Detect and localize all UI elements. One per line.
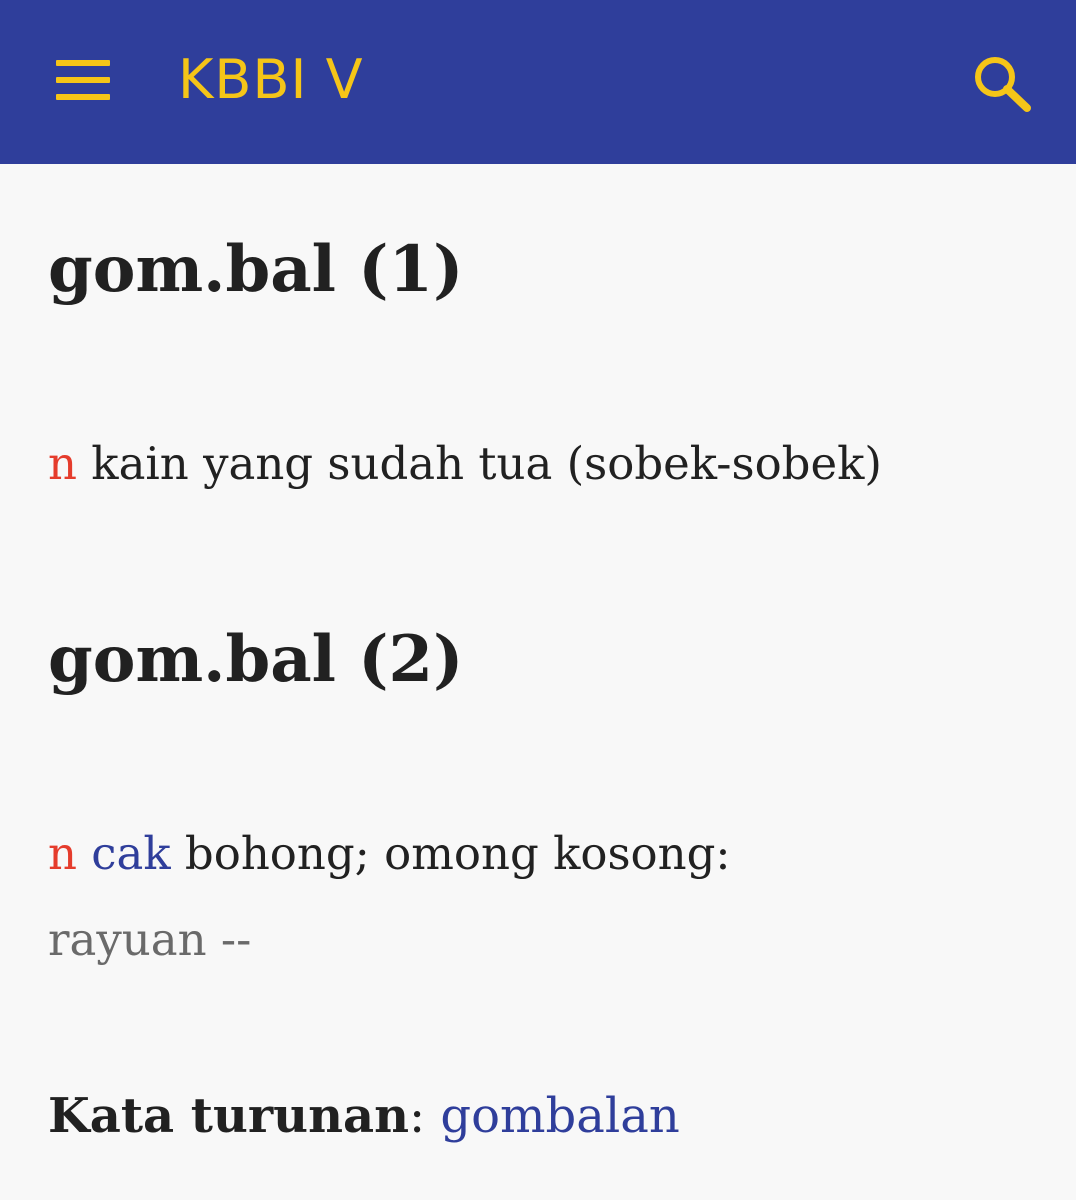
derived-word-link[interactable]: gombalan — [440, 1088, 679, 1144]
app-bar: KBBI V — [0, 0, 1076, 164]
definition-2: n cak bohong; omong kosong: — [48, 826, 731, 882]
search-button[interactable] — [968, 50, 1036, 114]
derived-separator: : — [408, 1088, 426, 1144]
headword-2: gom.bal (2) — [48, 622, 464, 697]
derived-words: Kata turunan: gombalan — [48, 1086, 680, 1146]
pos-label: n — [48, 437, 77, 490]
app-title: KBBI V — [178, 48, 364, 111]
usage-example: rayuan -- — [48, 913, 252, 966]
search-icon — [975, 57, 1031, 112]
derived-label: Kata turunan — [48, 1088, 409, 1144]
definition-1: n kain yang sudah tua (sobek-sobek) — [48, 436, 882, 492]
definition-text: bohong; omong kosong: — [184, 827, 731, 880]
register-label: cak — [91, 827, 171, 880]
menu-button[interactable] — [50, 52, 116, 108]
headword-1: gom.bal (1) — [48, 232, 464, 307]
pos-label: n — [48, 827, 77, 880]
definition-text: kain yang sudah tua (sobek-sobek) — [91, 437, 882, 490]
